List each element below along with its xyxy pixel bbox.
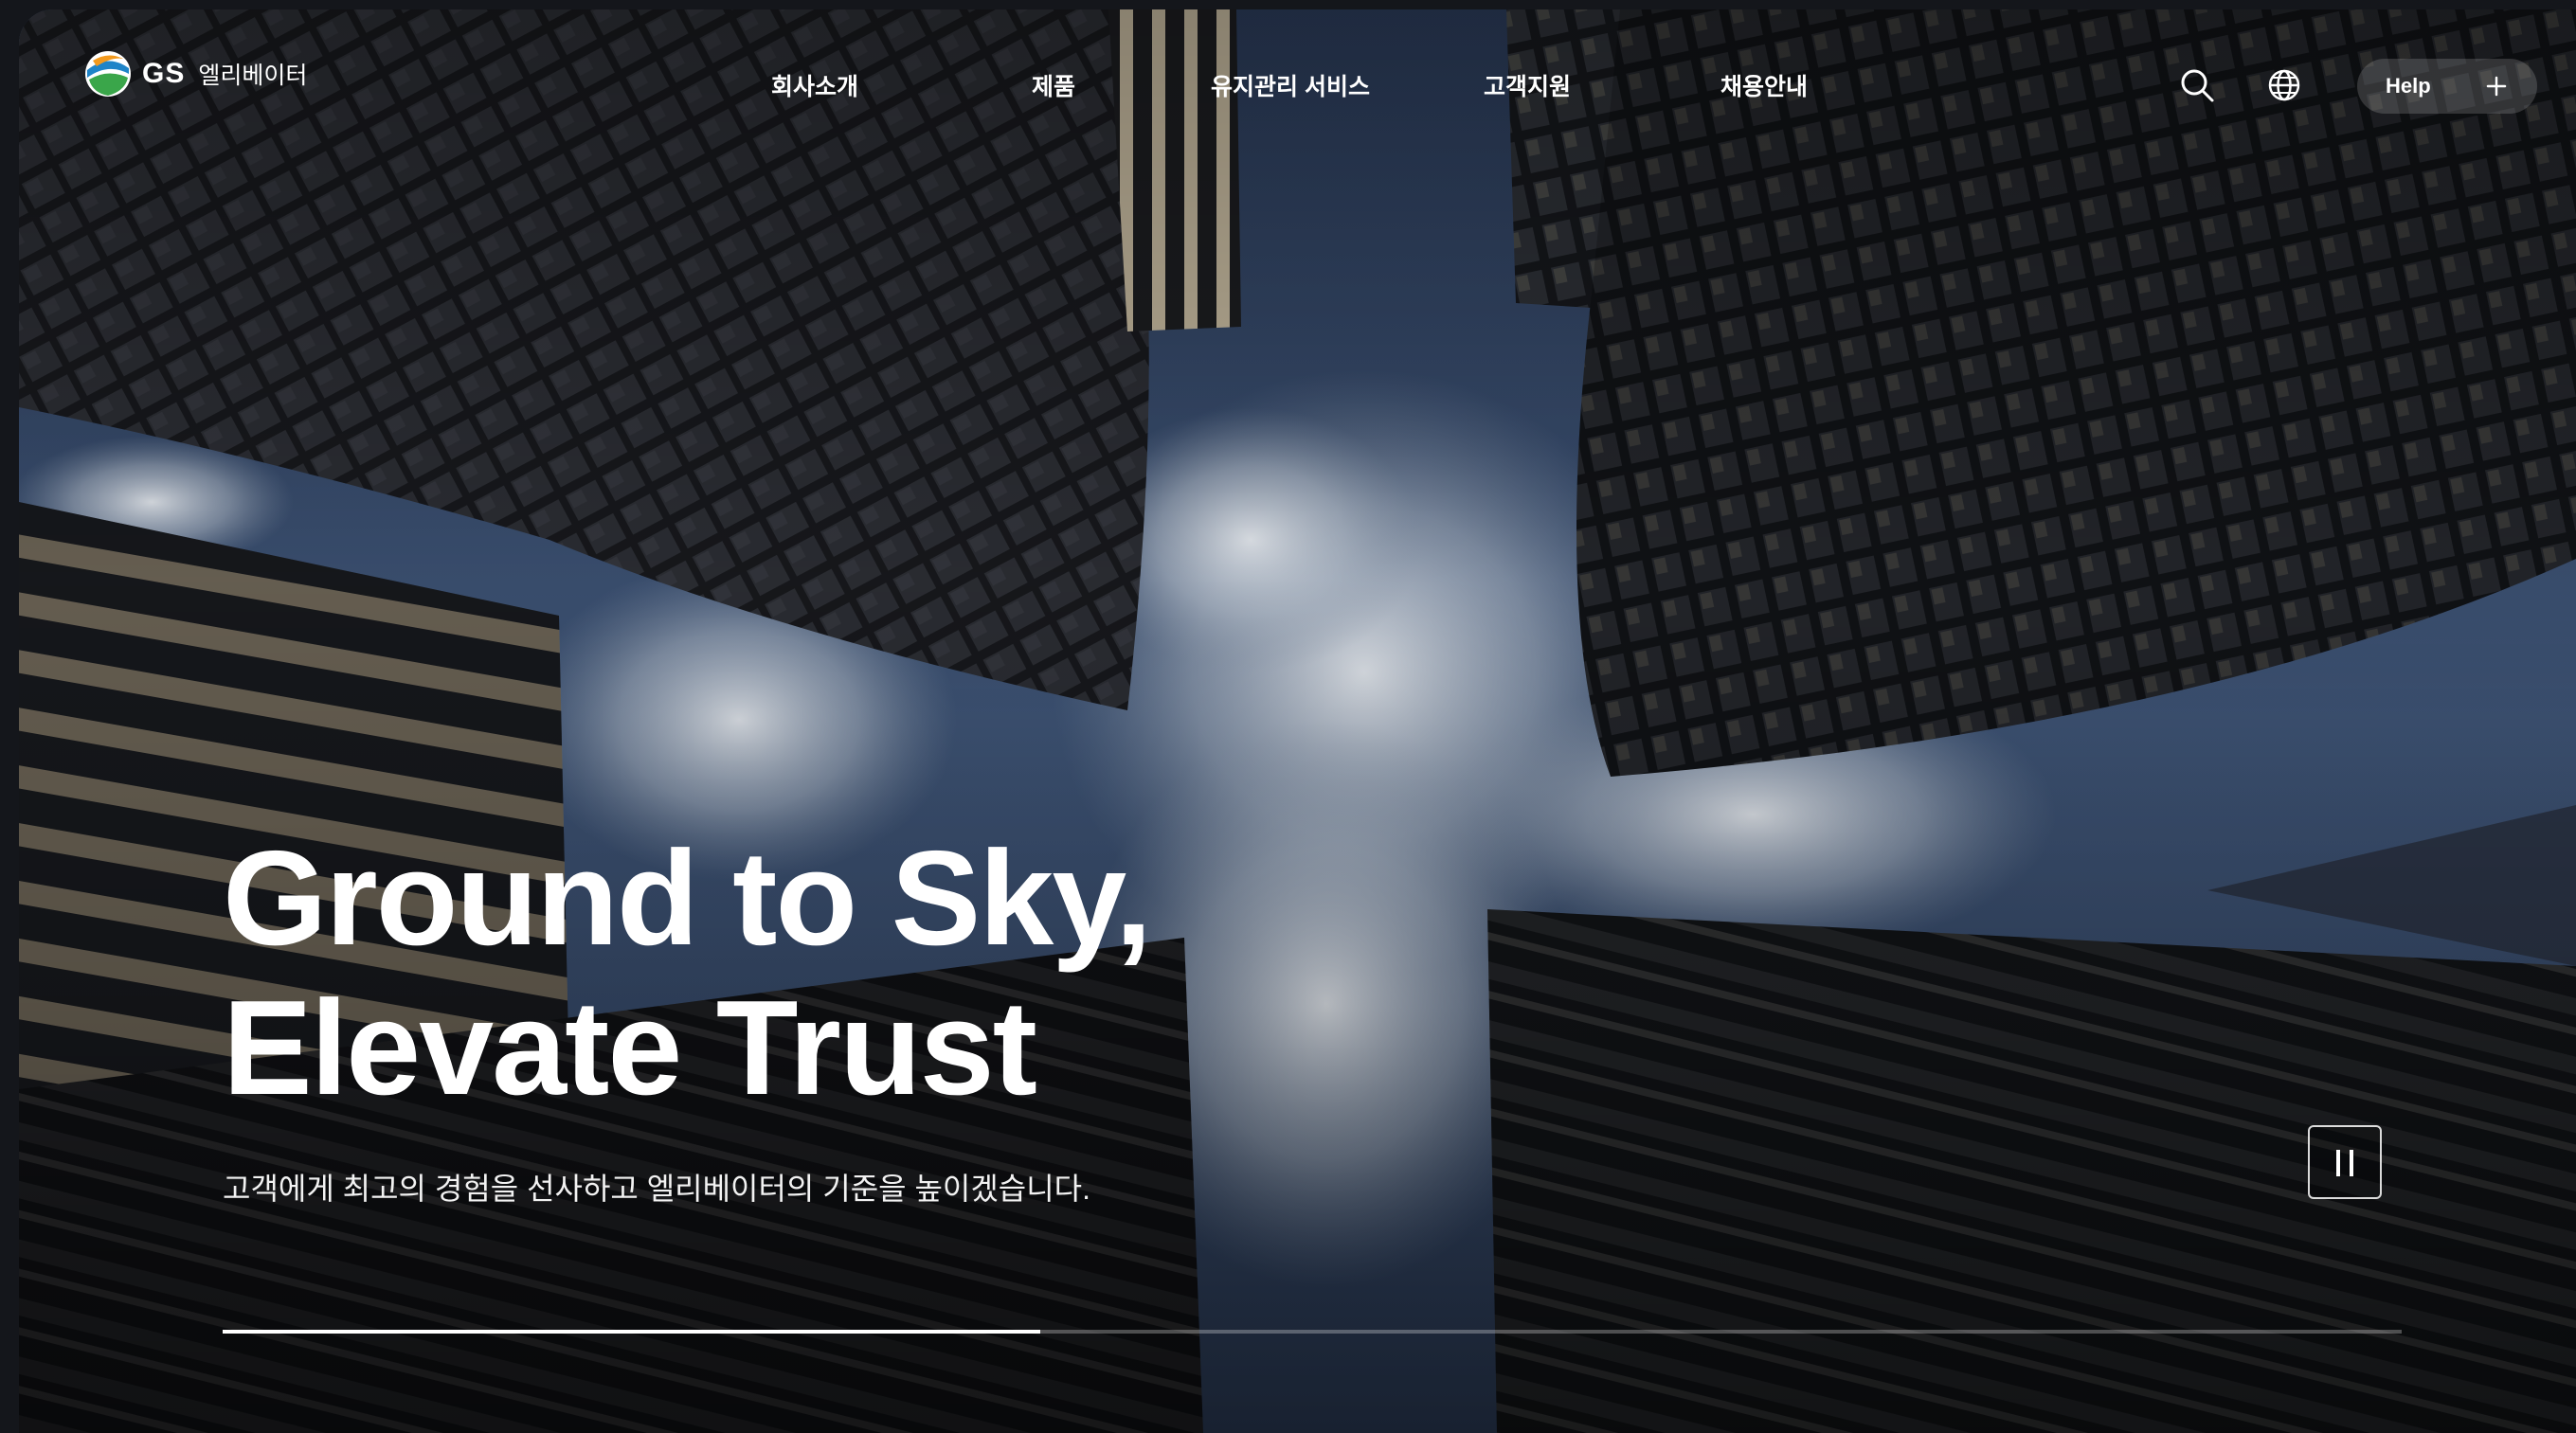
page-frame: GS 엘리베이터 회사소개 제품 유지관리 서비스 고객지원 채용안내 Help…: [19, 9, 2576, 1433]
slide-progress-fill: [223, 1330, 1040, 1334]
search-button[interactable]: [2176, 64, 2218, 106]
help-button[interactable]: Help: [2357, 59, 2537, 114]
nav-item-support[interactable]: 고객지원: [1484, 68, 1571, 102]
nav-item-maintenance[interactable]: 유지관리 서비스: [1211, 68, 1370, 102]
language-button[interactable]: [2263, 64, 2305, 106]
hero-headline-line-2: Elevate Trust: [223, 973, 1037, 1123]
plus-icon: [2486, 76, 2507, 97]
hero-overlay: [19, 9, 2576, 1433]
slide-pause-button[interactable]: [2308, 1125, 2382, 1199]
globe-icon: [2268, 69, 2300, 101]
nav-item-careers[interactable]: 채용안내: [1720, 68, 1808, 102]
help-label: Help: [2386, 74, 2431, 98]
nav-item-products[interactable]: 제품: [1032, 68, 1075, 102]
pause-icon-bar: [2350, 1150, 2353, 1176]
hero-headline: Ground to Sky, Elevate Trust: [223, 823, 1152, 1123]
hero-subtitle: 고객에게 최고의 경험을 선사하고 엘리베이터의 기준을 높이겠습니다.: [223, 1172, 1090, 1206]
pause-icon: [2336, 1150, 2340, 1176]
slide-progress-track: [223, 1330, 2402, 1334]
search-icon: [2181, 69, 2214, 102]
nav-item-company[interactable]: 회사소개: [771, 68, 858, 102]
site-header: GS 엘리베이터 회사소개 제품 유지관리 서비스 고객지원 채용안내 Help: [19, 9, 2576, 152]
hero-headline-line-1: Ground to Sky,: [223, 823, 1152, 974]
